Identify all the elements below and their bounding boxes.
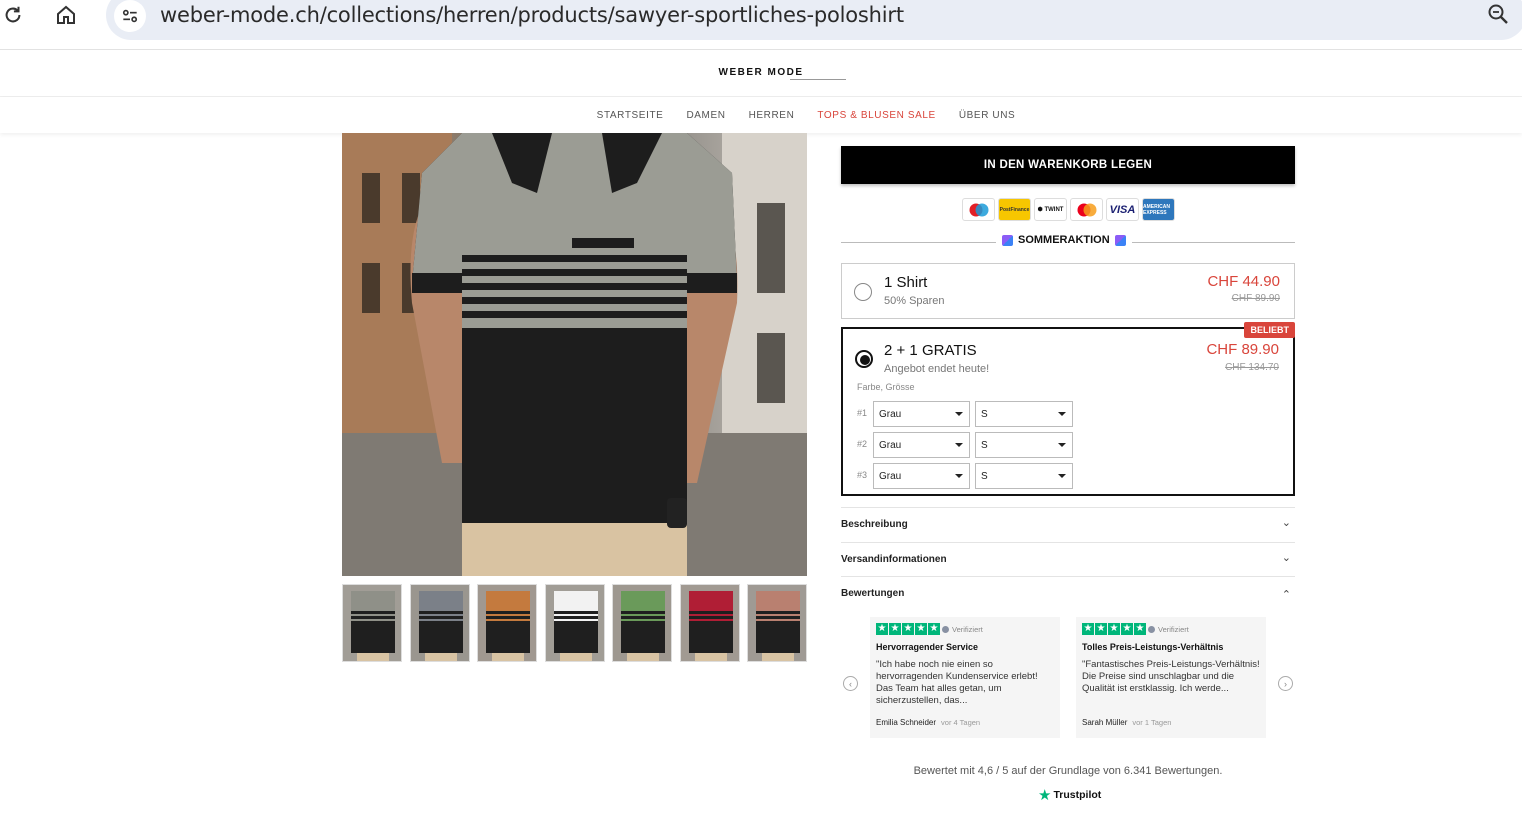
option-price: CHF 44.90 — [1207, 273, 1280, 290]
variant-number: #2 — [857, 439, 868, 449]
variant-label: Farbe, Grösse — [857, 382, 915, 392]
site-info-icon[interactable] — [114, 0, 146, 32]
accordion-label: Versandinformationen — [841, 554, 947, 565]
option-title: 1 Shirt — [884, 274, 928, 291]
variant-number: #1 — [857, 408, 868, 418]
rating-summary: Bewertet mit 4,6 / 5 auf der Grundlage v… — [913, 765, 1223, 777]
payment-methods: PostFinance ⬢ TWINT VISA AMERICAN EXPRES… — [962, 198, 1175, 222]
trustpilot-logo[interactable]: ★ Trustpilot — [1038, 786, 1101, 804]
amex-icon: AMERICAN EXPRESS — [1142, 198, 1175, 221]
add-to-cart-button[interactable]: IN DEN WARENKORB LEGEN — [841, 146, 1295, 184]
accordion-versand[interactable]: Versandinformationen ⌄ — [841, 542, 1295, 576]
logo-underline — [790, 79, 846, 81]
rating-stars: ★ ★ ★ ★ ★ — [1082, 623, 1146, 635]
color-select[interactable]: Grau — [873, 432, 970, 458]
nav-startseite[interactable]: STARTSEITE — [597, 110, 664, 121]
visa-icon: VISA — [1106, 198, 1139, 221]
browser-toolbar: weber-mode.ch/collections/herren/product… — [0, 0, 1522, 50]
variant-row-3: #3 Grau S — [857, 463, 1077, 489]
option-old-price: CHF 134.70 — [1225, 362, 1279, 373]
variant-number: #3 — [857, 470, 868, 480]
thumbnail-green[interactable] — [612, 584, 672, 662]
bundle-option-2[interactable]: BELIEBT 2 + 1 GRATIS Angebot endet heute… — [841, 322, 1295, 496]
size-select[interactable]: S — [975, 463, 1073, 489]
mastercard-icon — [1070, 198, 1103, 221]
thumbnail-grey[interactable] — [342, 584, 402, 662]
variant-row-1: #1 Grau S — [857, 401, 1077, 427]
nav-sale[interactable]: TOPS & BLUSEN SALE — [817, 110, 935, 121]
size-select[interactable]: S — [975, 432, 1073, 458]
bundle-option-1[interactable]: 1 Shirt 50% Sparen CHF 44.90 CHF 89.90 — [841, 263, 1295, 319]
product-thumbnails — [342, 584, 808, 662]
thumbnail-white[interactable] — [545, 584, 605, 662]
accordion-bewertungen[interactable]: Bewertungen ⌃ — [841, 576, 1295, 610]
site-logo[interactable]: WEBER MODE — [0, 67, 1522, 78]
postfinance-icon: PostFinance — [998, 198, 1031, 221]
thumbnail-rose[interactable] — [747, 584, 807, 662]
verified-badge: Verifiziert — [942, 625, 983, 634]
home-icon[interactable] — [53, 2, 79, 28]
verified-badge: Verifiziert — [1148, 625, 1189, 634]
review-title: Hervorragender Service — [876, 642, 979, 652]
thumbnail-blue-grey[interactable] — [410, 584, 470, 662]
promo-heading: SOMMERAKTION — [996, 234, 1132, 246]
option-subtitle: Angebot endet heute! — [884, 363, 990, 375]
review-text: "Ich habe noch nie einen so hervorragend… — [876, 659, 1038, 706]
review-time: vor 4 Tagen — [941, 718, 981, 727]
nav-damen[interactable]: DAMEN — [686, 110, 725, 121]
radio-option-1[interactable] — [854, 283, 872, 301]
popular-badge: BELIEBT — [1244, 322, 1295, 338]
nav-ueber-uns[interactable]: ÜBER UNS — [959, 110, 1015, 121]
review-text: "Fantastisches Preis-Leistungs-Verhältni… — [1082, 659, 1260, 694]
chevron-up-icon: ⌃ — [1281, 589, 1291, 601]
url-text[interactable]: weber-mode.ch/collections/herren/product… — [160, 3, 904, 27]
thumbnail-orange[interactable] — [477, 584, 537, 662]
rating-stars: ★ ★ ★ ★ ★ — [876, 623, 940, 635]
review-author: Sarah Müller vor 1 Tagen — [1082, 718, 1172, 727]
chevron-down-icon: ⌄ — [1281, 552, 1291, 564]
product-main-image[interactable] — [342, 133, 807, 576]
color-select[interactable]: Grau — [873, 463, 970, 489]
variant-row-2: #2 Grau S — [857, 432, 1077, 458]
nav-herren[interactable]: HERREN — [749, 110, 795, 121]
promo-label: SOMMERAKTION — [1018, 234, 1110, 246]
chevron-down-icon: ⌄ — [1281, 517, 1291, 529]
maestro-icon — [962, 198, 995, 221]
carousel-prev-icon[interactable]: ‹ — [843, 676, 858, 691]
zoom-icon[interactable] — [1486, 2, 1512, 28]
review-time: vor 1 Tagen — [1132, 718, 1172, 727]
main-nav: STARTSEITE DAMEN HERREN TOPS & BLUSEN SA… — [0, 97, 1522, 133]
option-price: CHF 89.90 — [1206, 341, 1279, 358]
carousel-next-icon[interactable]: › — [1278, 676, 1293, 691]
radio-option-2[interactable] — [855, 350, 873, 368]
option-old-price: CHF 89.90 — [1231, 293, 1280, 304]
shopping-bag-icon — [1114, 234, 1126, 246]
shopping-bag-icon — [1002, 234, 1013, 246]
size-select[interactable]: S — [975, 401, 1073, 427]
color-select[interactable]: Grau — [873, 401, 970, 427]
check-icon — [1148, 626, 1155, 633]
review-card: ★ ★ ★ ★ ★ Verifiziert Hervorragender Service… — [870, 617, 1060, 738]
reload-icon[interactable] — [0, 2, 26, 28]
option-title: 2 + 1 GRATIS — [884, 342, 977, 359]
check-icon — [942, 626, 949, 633]
option-subtitle: 50% Sparen — [884, 295, 945, 307]
review-title: Tolles Preis-Leistungs-Verhältnis — [1082, 642, 1224, 652]
accordion-beschreibung[interactable]: Beschreibung ⌄ — [841, 507, 1295, 541]
trustpilot-star-icon: ★ — [1038, 787, 1052, 804]
site-header: WEBER MODE — [0, 51, 1522, 97]
thumbnail-red[interactable] — [680, 584, 740, 662]
review-card: ★ ★ ★ ★ ★ Verifiziert Tolles Preis-Leistungs… — [1076, 617, 1266, 738]
review-author: Emilia Schneider vor 4 Tagen — [876, 718, 981, 727]
accordion-label: Bewertungen — [841, 588, 905, 599]
accordion-label: Beschreibung — [841, 519, 908, 530]
twint-icon: ⬢ TWINT — [1034, 198, 1067, 221]
